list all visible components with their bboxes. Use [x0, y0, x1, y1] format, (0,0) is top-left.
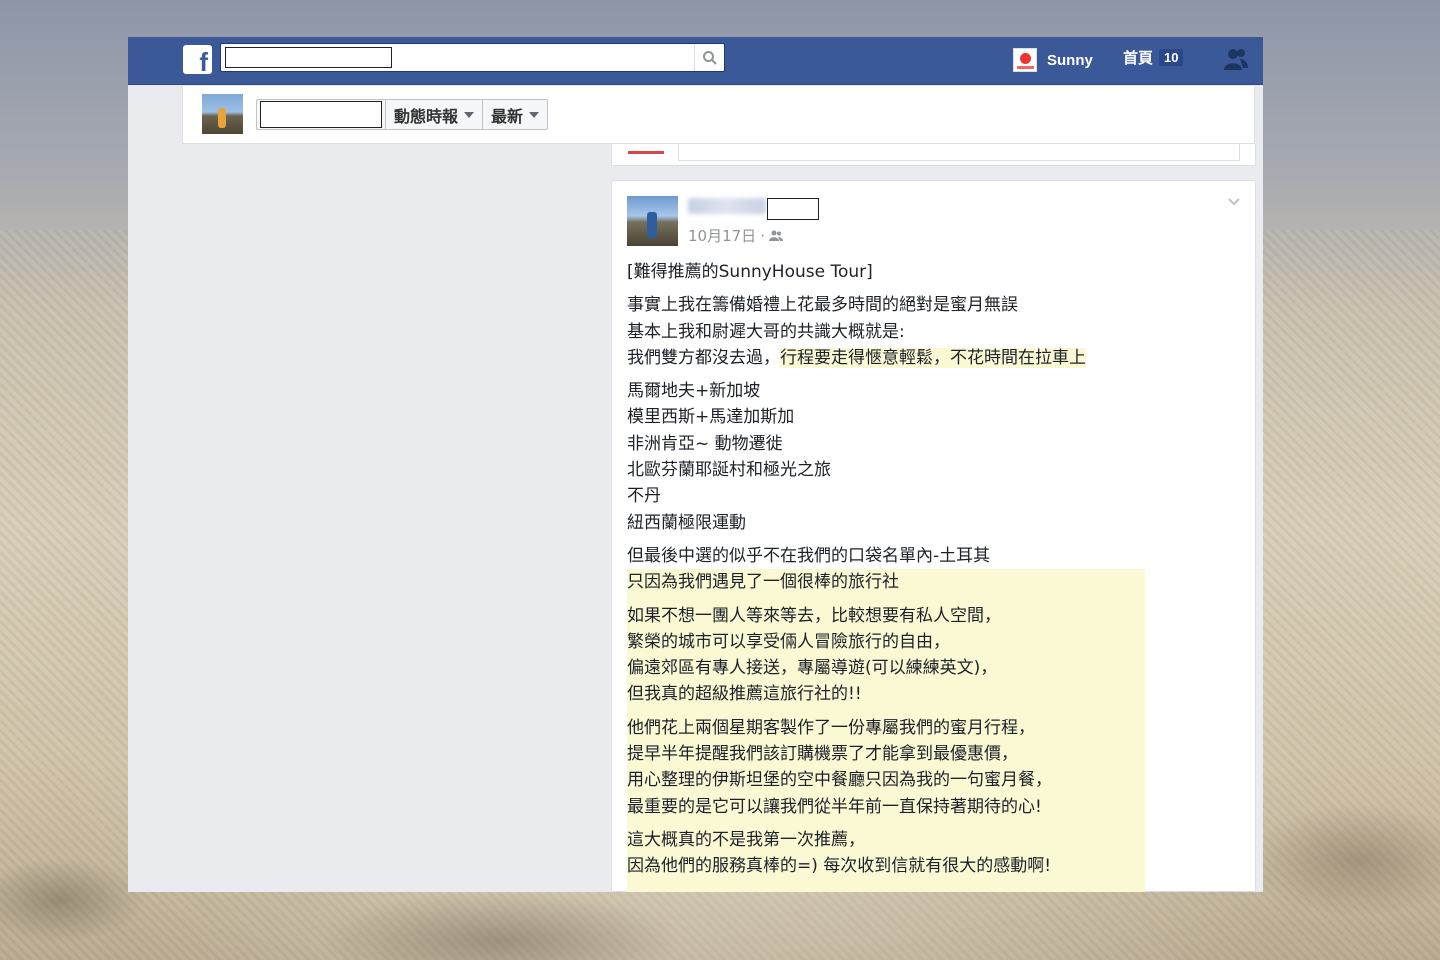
paragraph-line: 最重要的是它可以讓我們從半年前一直保持著期待的心!: [627, 796, 1042, 817]
search-button[interactable]: [694, 44, 724, 71]
home-notification-count: 10: [1159, 49, 1184, 66]
list-item: 不丹: [627, 486, 661, 507]
chevron-down-icon: [464, 111, 475, 118]
page-logo-icon: [628, 147, 664, 161]
facebook-logo[interactable]: f: [183, 45, 212, 74]
list-item: 紐西蘭極限運動: [627, 512, 746, 533]
post-date[interactable]: 10月17日: [688, 225, 756, 246]
post-meta: 10月17日 ·: [688, 225, 783, 246]
search-redacted-field: [225, 47, 392, 68]
paragraph-line: 因為他們的服務真棒的=) 每次收到信就有很大的感動啊!: [627, 856, 1052, 877]
timeline-name-redacted: [260, 101, 382, 128]
paragraph-line: 但最後中選的似乎不在我們的口袋名單內-土耳其: [627, 545, 991, 566]
news-feed-dropdown[interactable]: 動態時報: [385, 100, 482, 129]
highlighted-text: 行程要走得愜意輕鬆，不花時間在拉車上: [780, 347, 1086, 368]
post-title: [難得推薦的SunnyHouse Tour]: [627, 262, 873, 282]
home-label: 首頁: [1123, 49, 1154, 67]
paragraph-line: 繁榮的城市可以享受倆人冒險旅行的自由，: [627, 631, 950, 652]
paragraph-line: 事實上我在籌備婚禮上花最多時間的絕對是蜜月無誤: [627, 295, 1018, 316]
friend-requests-icon[interactable]: [1223, 46, 1249, 72]
search-icon: [702, 50, 717, 65]
post-author-redacted: [767, 198, 819, 220]
paragraph-line: 但我真的超級推薦這旅行社的!!: [627, 684, 862, 705]
timeline-avatar[interactable]: [202, 94, 243, 134]
post-card: 10月17日 · [難得推薦的SunnyHouse Tour] 事實上我在籌備婚…: [611, 180, 1256, 892]
timeline-subheader: 動態時報 最新: [182, 86, 1255, 144]
chevron-down-icon: [529, 111, 540, 118]
chevron-down-icon[interactable]: [1227, 197, 1241, 207]
list-item: 模里西斯+馬達加斯加: [627, 407, 795, 428]
timeline-controls: 動態時報 最新: [256, 99, 549, 130]
paragraph-line: 偏遠郊區有專人接送，專屬導遊(可以練練英文)，: [627, 658, 998, 679]
comment-box[interactable]: [678, 144, 1240, 161]
previous-post-card: [611, 144, 1256, 166]
paragraph-line: 這大概真的不是我第一次推薦，: [627, 829, 865, 850]
profile-link[interactable]: Sunny: [1013, 45, 1093, 75]
search-input[interactable]: [220, 43, 725, 72]
sort-dropdown[interactable]: 最新: [482, 100, 547, 129]
profile-name: Sunny: [1047, 51, 1093, 69]
list-item: 北歐芬蘭耶誕村和極光之旅: [627, 460, 831, 481]
paragraph-line: 提早半年提醒我們該訂購機票了才能拿到最優惠價，: [627, 744, 1018, 765]
sort-label: 最新: [491, 106, 524, 126]
list-item: 馬爾地夫+新加坡: [627, 381, 761, 402]
paragraph-line: 基本上我和尉遲大哥的共識大概就是:: [627, 321, 905, 342]
plain-text: 我們雙方都沒去過，: [627, 347, 780, 368]
paragraph-line: 他們花上兩個星期客製作了一份專屬我們的蜜月行程，: [627, 717, 1035, 738]
paragraph-line: 如果不想一團人等來等去，比較想要有私人空間，: [627, 605, 1001, 626]
paragraph-line: 我們雙方都沒去過，行程要走得愜意輕鬆，不花時間在拉車上: [627, 345, 1147, 371]
top-navigation-bar: f Sunny 首頁 10: [128, 37, 1263, 85]
post-author-name-blurred[interactable]: [688, 198, 766, 214]
friends-audience-icon[interactable]: [768, 230, 783, 242]
facebook-window: f Sunny 首頁 10 動態時報 最新 10月17日 · [難得推薦的Sun…: [128, 37, 1263, 892]
paragraph-line: 只因為我們遇見了一個很棒的旅行社: [627, 572, 899, 593]
post-text: [難得推薦的SunnyHouse Tour] 事實上我在籌備婚禮上花最多時間的絕…: [627, 259, 1147, 892]
profile-thumbnail: [1013, 48, 1037, 72]
news-feed-label: 動態時報: [394, 106, 459, 126]
home-link[interactable]: 首頁 10: [1123, 47, 1184, 68]
post-author-avatar[interactable]: [627, 196, 678, 246]
list-item: 非洲肯亞~ 動物遷徙: [627, 433, 783, 454]
paragraph-line: 用心整理的伊斯坦堡的空中餐廳只因為我的一句蜜月餐，: [627, 770, 1052, 791]
